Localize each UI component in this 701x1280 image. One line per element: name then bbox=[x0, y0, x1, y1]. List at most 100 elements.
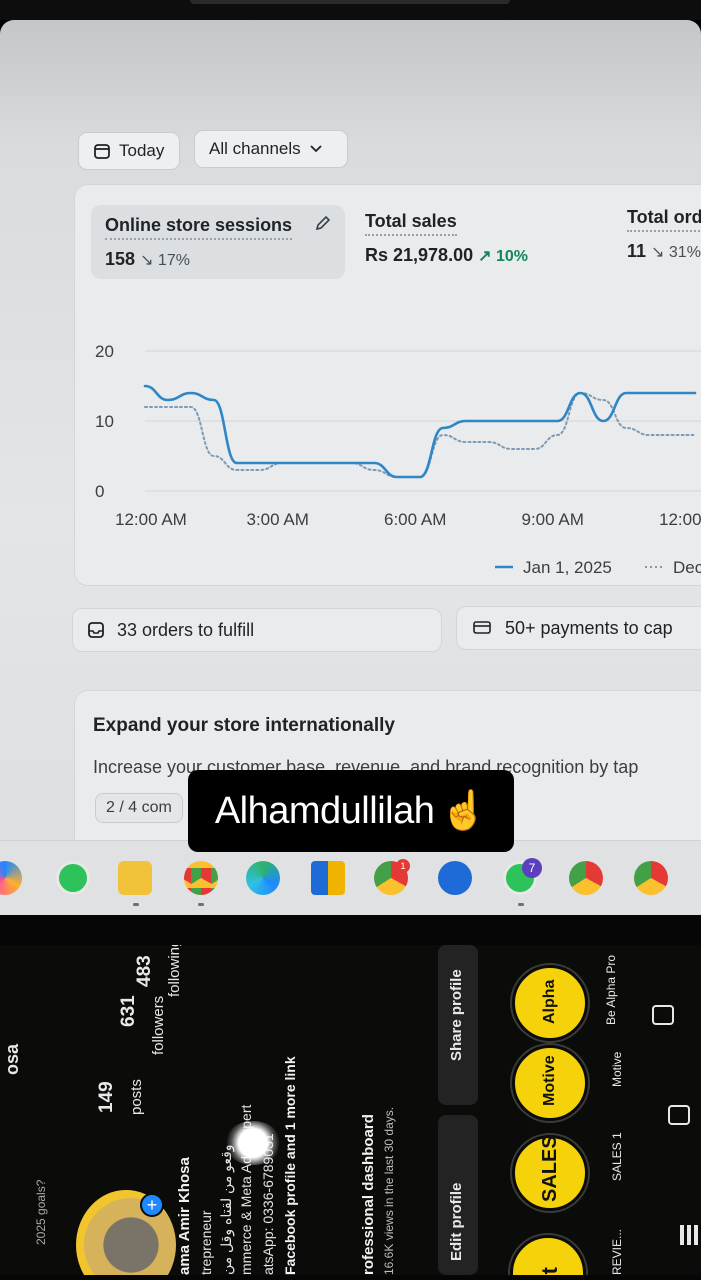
payments-to-capture-label: 50+ payments to cap bbox=[505, 617, 673, 638]
highlight-reviews-label: REVIE... bbox=[610, 1228, 624, 1275]
channel-filter-dropdown[interactable]: All channels bbox=[194, 130, 348, 168]
microsoft-store-icon[interactable] bbox=[311, 861, 345, 895]
whatsapp-business-icon[interactable]: 7 bbox=[503, 858, 542, 895]
inbox-icon bbox=[88, 622, 104, 638]
reels-icon[interactable] bbox=[668, 1105, 690, 1125]
x-tick-label: 12:00 bbox=[659, 510, 701, 529]
analytics-card: Online store sessions 158 ↘ 17% Total sa… bbox=[74, 184, 701, 586]
professional-dashboard-title[interactable]: rofessional dashboard bbox=[360, 1114, 377, 1275]
edge-icon[interactable] bbox=[246, 861, 280, 895]
edit-profile-button[interactable]: Edit profile bbox=[438, 1115, 478, 1275]
y-tick-label: 10 bbox=[95, 412, 114, 431]
highlight-alpha[interactable]: Alpha bbox=[510, 963, 590, 1043]
chrome-icon-2[interactable] bbox=[569, 861, 603, 895]
orders-trend: ↘ 31% bbox=[651, 244, 701, 261]
unread-count-badge: 7 bbox=[522, 858, 542, 878]
highlight-sales[interactable]: SALES bbox=[510, 1133, 590, 1213]
y-tick-label: 0 bbox=[95, 482, 104, 501]
edit-pencil-icon[interactable] bbox=[313, 213, 333, 233]
sales-number: Rs 21,978.00 bbox=[365, 245, 474, 265]
date-filter-label: Today bbox=[119, 141, 165, 160]
metric-sales-value: Rs 21,978.00 ↗ 10% bbox=[365, 245, 528, 266]
series-line-previous bbox=[144, 391, 696, 478]
highlight-sales-title: SALES bbox=[539, 1135, 561, 1202]
highlight-alpha-label: Be Alpha Pro bbox=[604, 954, 618, 1025]
file-explorer-icon[interactable] bbox=[118, 861, 152, 895]
chrome-icon[interactable]: 1 bbox=[374, 859, 410, 895]
x-tick-label: 12:00 AM bbox=[115, 510, 187, 529]
metric-sales-label[interactable]: Total sales bbox=[365, 211, 457, 236]
followers-count[interactable]: 631 bbox=[118, 995, 140, 1027]
orders-number: 11 bbox=[627, 241, 647, 261]
x-tick-label: 3:00 AM bbox=[247, 510, 309, 529]
highlight-motive-label: Motive bbox=[610, 1051, 624, 1087]
copilot-icon[interactable] bbox=[0, 861, 22, 895]
story-text-overlay: Alhamdullilah ☝ bbox=[188, 770, 514, 852]
pointing-up-emoji: ☝ bbox=[440, 790, 488, 832]
posts-count: 149 bbox=[96, 1081, 117, 1113]
posts-label: posts bbox=[128, 1079, 145, 1115]
bio-line-2: وقعو من لقتاه وقل من bbox=[218, 1144, 234, 1275]
calendar-icon bbox=[94, 144, 110, 159]
x-tick-label: 6:00 AM bbox=[384, 510, 446, 529]
expand-title: Expand your store internationally bbox=[93, 715, 395, 736]
metric-orders-label[interactable]: Total ord bbox=[627, 207, 701, 232]
phone-photo-area: osa 2025 goals? + 149 posts 631 follower… bbox=[0, 915, 701, 1280]
running-indicator bbox=[518, 903, 524, 906]
top-black-band bbox=[0, 0, 701, 20]
overlay-text: Alhamdullilah bbox=[214, 789, 435, 832]
highlight-motive-title: Motive bbox=[541, 1055, 558, 1106]
photo-grid-icon[interactable] bbox=[652, 1005, 674, 1025]
tagged-grid-icon[interactable] bbox=[680, 1225, 700, 1245]
payment-card-icon bbox=[473, 621, 491, 634]
corner-note: 2025 goals? bbox=[34, 1179, 48, 1245]
chromium-icon[interactable] bbox=[438, 861, 472, 895]
y-tick-label: 20 bbox=[95, 342, 114, 361]
profile-username: osa bbox=[2, 1043, 22, 1075]
metric-sessions-value: 158 ↘ 17% bbox=[105, 249, 190, 270]
chevron-down-icon bbox=[310, 145, 322, 153]
followers-label[interactable]: followers bbox=[150, 996, 167, 1055]
highlight-reviews-title: ent bbox=[537, 1267, 563, 1275]
sessions-line-chart: 20 10 0 12:00 AM 3:00 AM 6:00 AM 9:00 AM 12:00 J… bbox=[95, 342, 701, 575]
bio-line-1: trepreneur bbox=[198, 1210, 214, 1275]
highlight-motive[interactable]: Motive bbox=[510, 1043, 590, 1123]
add-story-plus-icon[interactable]: + bbox=[140, 1193, 164, 1217]
share-profile-label: Share profile bbox=[448, 969, 465, 1061]
profile-name: ama Amir Khosa bbox=[176, 1157, 193, 1275]
x-tick-label: 9:00 AM bbox=[522, 510, 584, 529]
whatsapp-icon[interactable] bbox=[56, 861, 90, 895]
professional-dashboard-subtitle: 16.6K views in the last 30 days. bbox=[382, 1106, 396, 1275]
highlight-reviews[interactable]: ent bbox=[508, 1233, 588, 1275]
following-label[interactable]: following bbox=[166, 945, 183, 997]
series-line-current bbox=[143, 384, 697, 479]
metric-orders-value: 11 ↘ 31% bbox=[627, 241, 701, 262]
highlight-sales-label: SALES 1 bbox=[610, 1132, 624, 1181]
highlight-alpha-title: Alpha bbox=[541, 979, 558, 1024]
orders-to-fulfill-card[interactable]: 33 orders to fulfill bbox=[72, 608, 442, 652]
share-profile-button[interactable]: Share profile bbox=[438, 945, 478, 1105]
chrome-profile-icon[interactable] bbox=[184, 861, 218, 895]
notification-badge: 1 bbox=[396, 859, 410, 873]
legend-label-previous: Dec bbox=[673, 558, 701, 575]
legend-label-current: Jan 1, 2025 bbox=[523, 558, 612, 575]
running-indicator bbox=[133, 903, 139, 906]
channel-filter-label: All channels bbox=[209, 139, 301, 158]
date-filter-button[interactable]: Today bbox=[78, 132, 180, 170]
metric-sessions-label: Online store sessions bbox=[105, 215, 293, 240]
light-glare bbox=[225, 1121, 281, 1165]
sales-trend: ↗ 10% bbox=[478, 248, 528, 265]
payments-to-capture-card[interactable]: 50+ payments to cap bbox=[456, 606, 701, 650]
bio-links[interactable]: Facebook profile and 1 more link bbox=[282, 1056, 298, 1275]
setup-progress-pill[interactable]: 2 / 4 com bbox=[95, 793, 183, 823]
sessions-trend: ↘ 17% bbox=[140, 252, 190, 269]
running-indicator bbox=[198, 903, 204, 906]
device-notch bbox=[190, 0, 510, 4]
sessions-number: 158 bbox=[105, 249, 136, 269]
following-count[interactable]: 483 bbox=[134, 955, 156, 987]
orders-to-fulfill-label: 33 orders to fulfill bbox=[117, 619, 255, 640]
edit-profile-label: Edit profile bbox=[448, 1182, 465, 1261]
laptop-screen: Today All channels Online store sessions… bbox=[0, 20, 701, 915]
chrome-icon-3[interactable] bbox=[634, 861, 668, 895]
instagram-profile-screen: osa 2025 goals? + 149 posts 631 follower… bbox=[0, 945, 701, 1275]
